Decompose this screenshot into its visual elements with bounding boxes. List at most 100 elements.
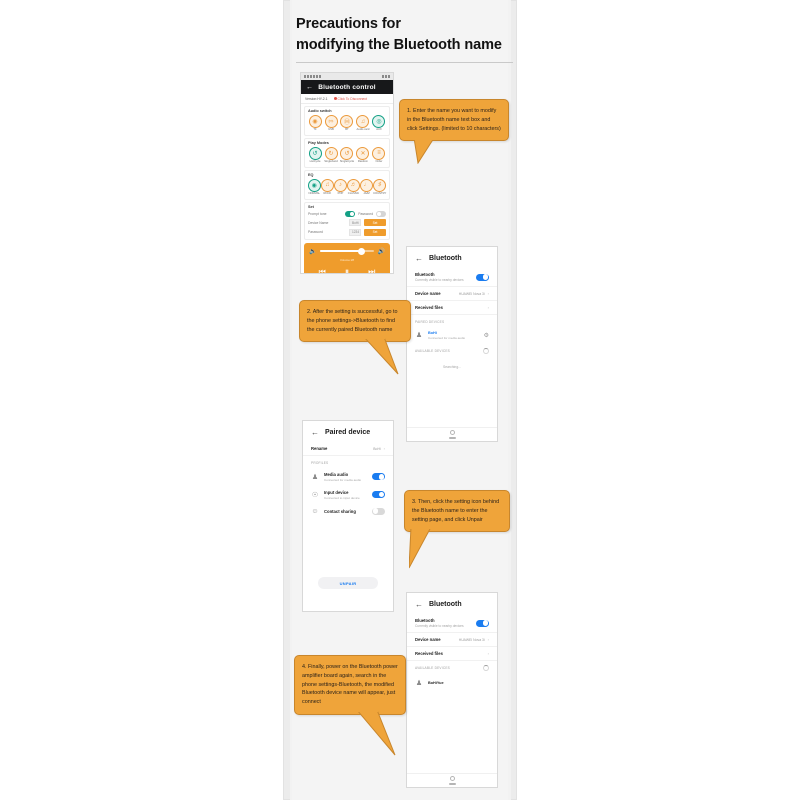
profile-row-contact-sharing[interactable]: ☺ Contact sharing	[303, 504, 393, 519]
eq-item-jazz[interactable]: ♩ JAZZ	[360, 178, 374, 196]
usb-icon: ⇰	[324, 115, 338, 128]
page-root: Precautions for modifying the Bluetooth …	[0, 0, 800, 800]
play-mode-item-random[interactable]: ✕ Random	[356, 146, 370, 164]
callout-2: 2. After the setting is successful, go t…	[299, 300, 411, 375]
rename-row[interactable]: Rename BoHi ›	[303, 442, 393, 456]
gear-icon[interactable]: ⚙	[484, 332, 489, 339]
audio-switch-item-tf[interactable]: ◉ TF	[308, 115, 322, 132]
eq-label: CLASSIC	[347, 191, 360, 195]
audio-switch-item-aux[interactable]: ◎ AUX	[372, 115, 386, 132]
media-audio-toggle[interactable]	[372, 473, 385, 481]
device-name-row[interactable]: Device name HUAWEI Nova 3i ›	[407, 633, 497, 647]
profile-row-media-audio[interactable]: ♟ Media audio Connected for media audio	[303, 468, 393, 486]
back-arrow-icon[interactable]: ←	[415, 254, 423, 263]
received-files-row[interactable]: Received files ›	[407, 647, 497, 661]
home-icon[interactable]	[449, 776, 455, 782]
volume-low-icon: 🔈	[309, 248, 317, 255]
device-name-set-button[interactable]: Set	[364, 219, 386, 227]
audio-switch-item-audiocard[interactable]: ♫ Audio card	[356, 115, 370, 132]
password-toggle[interactable]	[376, 211, 386, 217]
phone-bluetooth-settings-found: ← Bluetooth Bluetooth Currently visible …	[406, 592, 498, 788]
home-indicator[interactable]	[448, 437, 456, 439]
shuffle-icon: ✕	[356, 146, 370, 160]
available-devices-section: AVAILABLE DEVICES	[415, 348, 450, 353]
bluetooth-toggle[interactable]	[476, 619, 489, 627]
eq-item-rock[interactable]: ♫ ROCK	[320, 178, 334, 196]
eq-normal-icon: ◉	[307, 178, 321, 192]
device-name-label: Device name	[415, 637, 441, 642]
disconnect-button[interactable]: Click To Disconnect	[333, 97, 367, 101]
unpair-button[interactable]: UNPAIR	[317, 577, 379, 589]
device-name-row[interactable]: Device name HUAWEI Nova 3i ›	[407, 287, 497, 301]
device-name-value: HUAWEI Nova 3i	[458, 291, 485, 296]
eq-rock-icon: ♫	[320, 178, 334, 192]
profile-sub: Connected for media audio	[324, 477, 362, 482]
back-arrow-icon[interactable]: ←	[306, 84, 313, 91]
volume-slider-handle[interactable]	[357, 247, 365, 255]
bluetooth-toggle[interactable]	[476, 273, 489, 281]
password-set-button[interactable]: Set	[364, 228, 386, 236]
found-device-name: BoHiYue	[428, 681, 444, 685]
phone-bluetooth-settings-paired: ← Bluetooth Bluetooth Currently visible …	[406, 246, 498, 442]
single-hand-icon: ↻	[324, 146, 338, 160]
phone-paired-device: ← Paired device Rename BoHi › PROFILES ♟…	[302, 420, 394, 612]
audio-switch-item-bt[interactable]: Ⓜ BT	[340, 115, 354, 132]
chevron-right-icon: ›	[383, 446, 385, 451]
back-arrow-icon[interactable]: ←	[415, 600, 423, 609]
contact-sharing-toggle[interactable]	[372, 507, 385, 515]
audio-switch-card: Audio switch ◉ TF ⇰ USB Ⓜ BT ♫ Audio car…	[304, 106, 390, 136]
prompt-tone-label: Prompt tone	[308, 211, 327, 216]
disconnect-icon	[333, 97, 337, 100]
next-track-icon[interactable]: ⏭	[368, 267, 375, 273]
input-device-toggle[interactable]	[372, 491, 385, 499]
play-mode-label: Singlehand	[324, 160, 338, 164]
profiles-section: PROFILES	[311, 461, 329, 465]
play-mode-item-listcycle[interactable]: ↺ ListCycle	[308, 146, 322, 164]
play-mode-item-singlecycle[interactable]: ↺ SingleCycle	[340, 146, 354, 164]
received-files-label: Received files	[415, 651, 443, 656]
previous-track-icon[interactable]: ⏮	[319, 267, 326, 273]
back-arrow-icon[interactable]: ←	[311, 428, 319, 437]
found-device-row[interactable]: ♟ BoHiYue	[407, 675, 497, 691]
rename-label: Rename	[311, 446, 328, 451]
callout-4: 4. Finally, power on the Bluetooth power…	[294, 655, 406, 756]
audio-switch-title: Audio switch	[308, 109, 332, 113]
audio-switch-item-usb[interactable]: ⇰ USB	[324, 115, 338, 132]
device-name-label: Device Name	[308, 220, 329, 225]
callout-4-tail	[357, 709, 396, 756]
profile-row-input-device[interactable]: ☉ Input device Connected to input device	[303, 486, 393, 504]
pause-icon[interactable]: ⏸	[345, 267, 349, 273]
paired-device-row[interactable]: ♟ BoHi Connected for media audio ⚙	[407, 327, 497, 344]
volume-label: Volume:28	[339, 257, 355, 262]
eq-item-normal[interactable]: ◉ NORMAL	[307, 178, 321, 196]
audio-switch-row: ◉ TF ⇰ USB Ⓜ BT ♫ Audio card ◎ AUX	[308, 115, 386, 132]
play-mode-item-singlehand[interactable]: ↻ Singlehand	[324, 146, 338, 164]
profile-name: Media audio	[324, 472, 349, 477]
volume-slider[interactable]	[320, 247, 374, 255]
callout-1-tail	[414, 138, 435, 165]
device-name-input[interactable]: BoHi	[349, 219, 361, 227]
audio-switch-label: BT	[345, 128, 349, 132]
headphone-icon: ♟	[311, 473, 319, 481]
eq-jazz-icon: ♩	[360, 178, 374, 192]
list-cycle-icon: ↺	[308, 146, 322, 160]
play-mode-item-order[interactable]: ≡ Order	[372, 146, 386, 164]
eq-item-country[interactable]: ♯ COUNTRY	[373, 178, 386, 196]
bluetooth-toggle-row[interactable]: Bluetooth Currently visible to nearby de…	[407, 268, 497, 287]
callout-2-text: 2. After the setting is successful, go t…	[307, 309, 398, 333]
bluetooth-toggle-row[interactable]: Bluetooth Currently visible to nearby de…	[407, 614, 497, 633]
eq-item-classic[interactable]: ♬ CLASSIC	[347, 178, 361, 196]
device-name-value: HUAWEI Nova 3i	[458, 637, 485, 642]
received-files-row[interactable]: Received files ›	[407, 301, 497, 315]
password-input[interactable]: 1234	[349, 228, 361, 236]
prompt-tone-toggle[interactable]	[345, 211, 356, 217]
eq-item-pop[interactable]: ♪ POP	[333, 178, 347, 196]
page-title: Precautions for modifying the Bluetooth …	[296, 14, 526, 56]
app-header-title: Bluetooth control	[318, 83, 376, 91]
home-icon[interactable]	[449, 430, 455, 436]
play-mode-label: Order	[375, 160, 383, 164]
password-label: Password	[308, 230, 323, 235]
play-modes-card: Play Modes ↺ ListCycle ↻ Singlehand ↺ Si…	[304, 137, 390, 168]
callout-4-text: 4. Finally, power on the Bluetooth power…	[302, 664, 398, 705]
home-indicator[interactable]	[448, 783, 456, 785]
